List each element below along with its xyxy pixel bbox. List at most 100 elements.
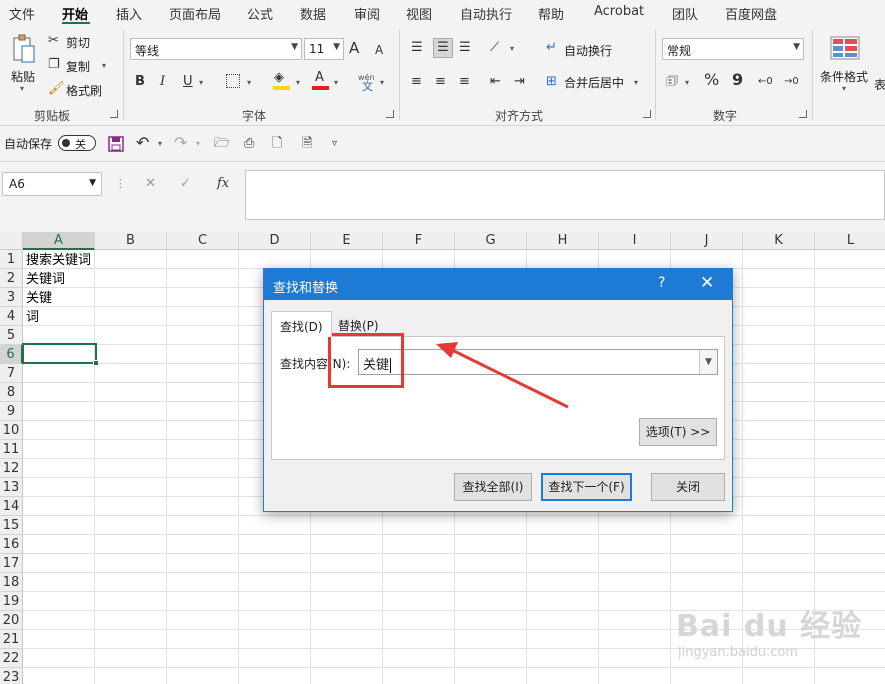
shrink-font-icon[interactable]: A [375, 42, 383, 58]
cancel-formula-icon[interactable]: ✕ [145, 176, 156, 192]
row-header-3[interactable]: 3 [0, 288, 23, 307]
paste-button[interactable]: 粘贴 ▾ [8, 32, 40, 98]
print-icon[interactable]: ⎙ [244, 136, 254, 152]
tab-page-layout[interactable]: 页面布局 [169, 4, 221, 23]
row-header-6[interactable]: 6 [0, 345, 23, 364]
row-header-10[interactable]: 10 [0, 421, 23, 440]
tab-baidu-netdisk[interactable]: 百度网盘 [725, 4, 777, 23]
redo-icon[interactable]: ↷ [174, 135, 187, 151]
column-header-i[interactable]: I [599, 232, 671, 250]
dialog-launcher-icon[interactable] [110, 110, 118, 118]
format-as-table-label[interactable]: 表 [874, 76, 885, 93]
autosave-toggle[interactable]: 关 [58, 135, 96, 151]
grow-font-icon[interactable]: A [349, 40, 359, 56]
cell-a2[interactable]: 关键词 [26, 270, 65, 289]
tab-review[interactable]: 审阅 [354, 4, 380, 23]
tab-data[interactable]: 数据 [300, 4, 326, 23]
align-bottom-icon[interactable]: ☰ [459, 40, 471, 56]
tab-find[interactable]: 查找(D) [271, 311, 332, 337]
column-header-e[interactable]: E [311, 232, 383, 250]
column-header-h[interactable]: H [527, 232, 599, 250]
borders-icon[interactable] [226, 74, 240, 88]
align-center-icon[interactable]: ≡ [435, 74, 446, 90]
percent-style-button[interactable]: % [704, 72, 719, 88]
row-header-17[interactable]: 17 [0, 554, 23, 573]
wrap-text-button[interactable]: 自动换行 [564, 42, 612, 59]
fill-color-button[interactable]: ◈ [272, 70, 292, 90]
customize-toolbar-icon[interactable]: ▿ [332, 136, 337, 152]
merge-center-button[interactable]: 合并后居中 [564, 74, 624, 91]
row-header-13[interactable]: 13 [0, 478, 23, 497]
underline-button[interactable]: U [183, 74, 193, 90]
font-name-select[interactable]: 等线 ▼ [130, 38, 302, 60]
dialog-titlebar[interactable]: 查找和替换 ? ✕ [264, 269, 732, 300]
bold-button[interactable]: B [135, 74, 145, 90]
row-header-19[interactable]: 19 [0, 592, 23, 611]
row-header-15[interactable]: 15 [0, 516, 23, 535]
copy-button[interactable]: 复制 [66, 58, 90, 75]
row-header-5[interactable]: 5 [0, 326, 23, 345]
cell-a1[interactable]: 搜索关键词 [26, 251, 91, 270]
help-icon[interactable]: ? [658, 275, 665, 291]
find-all-button[interactable]: 查找全部(I) [454, 473, 532, 501]
increase-indent-icon[interactable]: ⇥ [514, 74, 525, 90]
accounting-format-icon[interactable]: 🗊 [666, 74, 678, 90]
close-icon[interactable]: ✕ [700, 273, 714, 293]
cut-button[interactable]: 剪切 [66, 34, 90, 51]
find-next-button[interactable]: 查找下一个(F) [541, 473, 632, 501]
increase-decimal-icon[interactable]: ←0 [758, 74, 773, 90]
row-header-22[interactable]: 22 [0, 649, 23, 668]
row-header-16[interactable]: 16 [0, 535, 23, 554]
conditional-format-button[interactable]: 条件格式 ▾ [818, 32, 874, 102]
row-header-12[interactable]: 12 [0, 459, 23, 478]
column-header-d[interactable]: D [239, 232, 311, 250]
align-top-icon[interactable]: ☰ [411, 40, 423, 56]
print-preview-icon[interactable]: 🗎 [302, 136, 312, 152]
decrease-indent-icon[interactable]: ⇤ [490, 74, 501, 90]
dialog-launcher-icon[interactable] [799, 110, 807, 118]
dialog-launcher-icon[interactable] [643, 110, 651, 118]
tab-team[interactable]: 团队 [672, 4, 698, 23]
options-button[interactable]: 选项(T) >> [639, 418, 717, 446]
find-what-input[interactable]: 关键 ▼ [358, 349, 718, 375]
font-size-select[interactable]: 11 ▼ [304, 38, 344, 60]
align-middle-icon[interactable]: ☰ [433, 38, 453, 58]
row-header-7[interactable]: 7 [0, 364, 23, 383]
font-color-button[interactable]: A [311, 70, 331, 90]
cell-a4[interactable]: 词 [26, 308, 39, 327]
row-header-1[interactable]: 1 [0, 250, 23, 269]
row-header-14[interactable]: 14 [0, 497, 23, 516]
fill-handle[interactable] [93, 360, 99, 366]
number-format-select[interactable]: 常规 ▼ [662, 38, 804, 60]
tab-help[interactable]: 帮助 [538, 4, 564, 23]
save-icon[interactable] [108, 136, 124, 152]
tab-formulas[interactable]: 公式 [247, 4, 273, 23]
tab-home[interactable]: 开始 [62, 4, 88, 23]
column-header-g[interactable]: G [455, 232, 527, 250]
comma-style-button[interactable]: 9 [732, 72, 743, 88]
open-folder-icon[interactable]: 🗁 [214, 136, 230, 152]
row-header-23[interactable]: 23 [0, 668, 23, 684]
tab-insert[interactable]: 插入 [116, 4, 142, 23]
row-header-11[interactable]: 11 [0, 440, 23, 459]
formula-input[interactable] [245, 170, 885, 220]
name-box[interactable]: A6 ▼ [2, 172, 102, 196]
active-cell-a6[interactable] [22, 343, 99, 366]
row-header-18[interactable]: 18 [0, 573, 23, 592]
tab-view[interactable]: 视图 [406, 4, 432, 23]
column-header-a[interactable]: A [23, 232, 95, 250]
row-header-9[interactable]: 9 [0, 402, 23, 421]
align-left-icon[interactable]: ≡ [411, 74, 422, 90]
row-header-21[interactable]: 21 [0, 630, 23, 649]
undo-icon[interactable]: ↶ [136, 135, 149, 151]
cell-a3[interactable]: 关键 [26, 289, 52, 308]
column-header-c[interactable]: C [167, 232, 239, 250]
align-right-icon[interactable]: ≡ [459, 74, 470, 90]
format-painter-button[interactable]: 格式刷 [66, 82, 102, 99]
orientation-icon[interactable]: ⟋ [490, 40, 499, 56]
dialog-launcher-icon[interactable] [386, 110, 394, 118]
close-button[interactable]: 关闭 [651, 473, 725, 501]
enter-formula-icon[interactable]: ✓ [180, 176, 191, 192]
row-header-8[interactable]: 8 [0, 383, 23, 402]
column-header-j[interactable]: J [671, 232, 743, 250]
